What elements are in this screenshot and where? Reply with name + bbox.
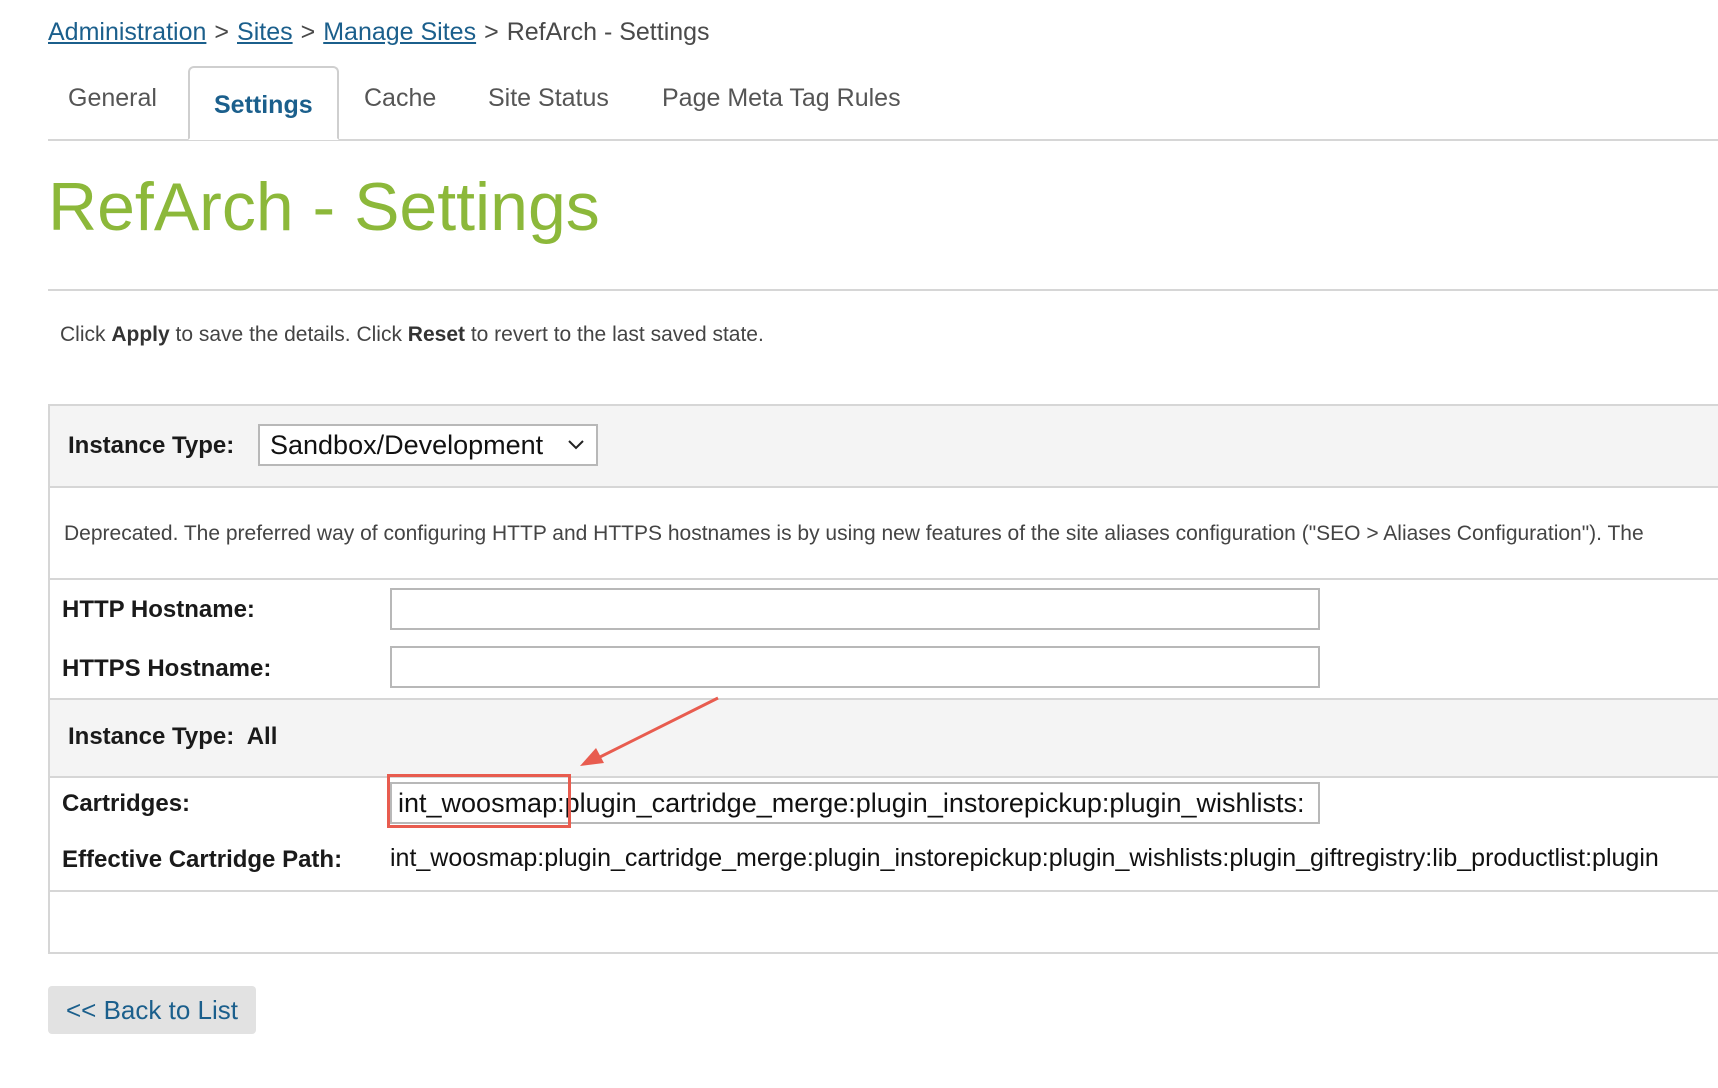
breadcrumb-administration[interactable]: Administration (48, 18, 206, 46)
deprecated-note: Deprecated. The preferred way of configu… (64, 522, 1644, 545)
tab-cache[interactable]: Cache (364, 84, 436, 113)
https-hostname-input[interactable] (390, 646, 1320, 688)
instructions-mid: to save the details. Click (169, 323, 408, 346)
breadcrumb-current: RefArch - Settings (506, 18, 710, 46)
page-title: RefArch - Settings (48, 169, 600, 245)
breadcrumb-separator: > (484, 18, 499, 46)
annotation-highlight-box (387, 774, 571, 828)
instance-type-all-header (50, 698, 1718, 776)
instructions-post: to revert to the last saved state. (465, 323, 764, 346)
http-hostname-label: HTTP Hostname: (62, 596, 255, 623)
instance-type-value: Sandbox/Development (270, 430, 544, 460)
divider (50, 486, 1718, 488)
https-hostname-label: HTTPS Hostname: (62, 655, 272, 682)
settings-panel: Instance Type: Sandbox/Development Depre… (48, 404, 1718, 954)
divider (50, 890, 1718, 892)
instructions-text: Click Apply to save the details. Click R… (60, 323, 764, 347)
breadcrumb-sites[interactable]: Sites (237, 18, 293, 46)
instance-type-all-value: All (246, 723, 278, 750)
tab-site-status[interactable]: Site Status (488, 84, 609, 113)
divider (50, 776, 1718, 778)
instructions-reset: Reset (407, 323, 465, 346)
effective-cartridge-path-value: int_woosmap:plugin_cartridge_merge:plugi… (390, 844, 1659, 872)
breadcrumb-separator: > (300, 18, 316, 46)
back-to-list-button[interactable]: << Back to List (48, 986, 256, 1034)
instance-type-select[interactable]: Sandbox/Development (258, 424, 598, 466)
breadcrumb-manage-sites[interactable]: Manage Sites (323, 18, 476, 46)
http-hostname-input[interactable] (390, 588, 1320, 630)
tab-page-meta-tag-rules[interactable]: Page Meta Tag Rules (662, 84, 901, 113)
instance-type-all-label-text: Instance Type: (68, 723, 235, 750)
cartridges-label: Cartridges: (62, 790, 191, 817)
breadcrumb-separator: > (214, 18, 230, 46)
tab-general[interactable]: General (68, 84, 157, 113)
instructions-apply: Apply (111, 323, 170, 346)
divider (50, 578, 1718, 580)
instance-type-all-label: Instance Type: All (68, 723, 277, 751)
instructions-pre: Click (60, 323, 112, 346)
effective-cartridge-path-label: Effective Cartridge Path: (62, 846, 343, 873)
breadcrumb: Administration > Sites > Manage Sites > RefArc… (48, 18, 710, 47)
tab-settings[interactable]: Settings (188, 66, 339, 140)
tab-bar: General Settings Cache Site Status Page … (48, 66, 1718, 141)
instance-type-label: Instance Type: (68, 432, 235, 459)
arrow-icon (580, 696, 719, 766)
divider (50, 698, 1718, 700)
title-divider (48, 289, 1718, 291)
chevron-down-icon (568, 440, 584, 450)
